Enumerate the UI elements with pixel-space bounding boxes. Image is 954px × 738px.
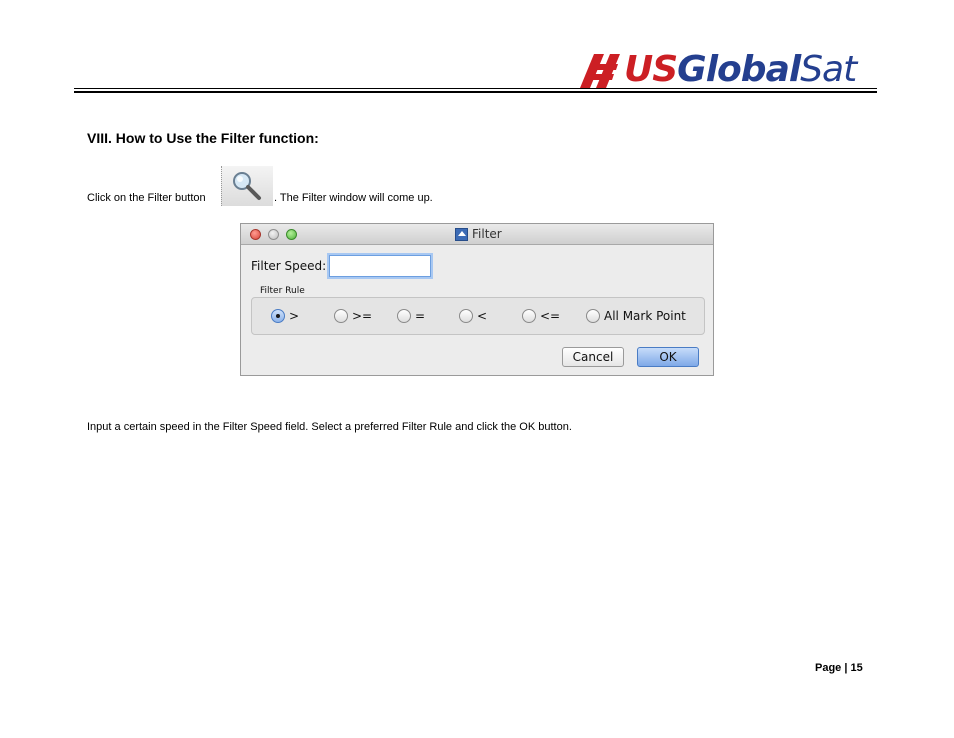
app-icon — [455, 227, 468, 241]
dialog-titlebar: Filter — [241, 224, 713, 245]
filter-button-image — [221, 166, 273, 206]
radio-icon[interactable] — [522, 309, 536, 323]
section-heading: VIII. How to Use the Filter function: — [87, 130, 319, 146]
instruction-paragraph: Input a certain speed in the Filter Spee… — [87, 421, 572, 433]
filter-dialog: Filter Filter Speed: Filter Rule > >= = … — [240, 223, 714, 376]
radio-label: >= — [352, 309, 373, 323]
radio-label: <= — [540, 309, 561, 323]
filter-speed-label: Filter Speed: — [251, 259, 327, 273]
radio-icon[interactable] — [586, 309, 600, 323]
radio-label: = — [415, 309, 426, 323]
intro-text-before: Click on the Filter button — [87, 192, 206, 204]
page-number: Page | 15 — [815, 662, 863, 674]
radio-all-mark-point[interactable]: All Mark Point — [586, 309, 686, 323]
magnifier-icon — [233, 172, 261, 200]
radio-greater[interactable]: > — [271, 309, 299, 323]
radio-icon[interactable] — [397, 309, 411, 323]
close-window-icon[interactable] — [250, 229, 261, 240]
radio-equal[interactable]: = — [397, 309, 425, 323]
usglobalsat-logo: USGlobalSat — [578, 46, 857, 90]
radio-selected-icon[interactable] — [271, 309, 285, 323]
radio-icon[interactable] — [459, 309, 473, 323]
intro-text-after-wrap: . The Filter window will come up. — [274, 192, 433, 204]
logo-mark-icon — [580, 54, 620, 88]
ok-button[interactable]: OK — [637, 347, 699, 367]
minimize-window-icon[interactable] — [268, 229, 279, 240]
radio-greater-equal[interactable]: >= — [334, 309, 372, 323]
filter-rule-group: > >= = < <= All Mark Point — [251, 297, 705, 335]
filter-rule-label: Filter Rule — [260, 286, 305, 296]
logo-sat: Sat — [800, 49, 857, 90]
dialog-title-text: Filter — [472, 227, 502, 241]
radio-less[interactable]: < — [459, 309, 487, 323]
radio-label: < — [477, 309, 488, 323]
logo-us: US — [624, 49, 678, 90]
logo-global: Global — [677, 49, 801, 90]
intro-paragraph: Click on the Filter button — [87, 192, 206, 204]
header-rule-top — [74, 88, 877, 89]
intro-text-after: . The Filter window will come up. — [274, 192, 433, 204]
radio-icon[interactable] — [334, 309, 348, 323]
radio-label: All Mark Point — [604, 309, 686, 323]
maximize-window-icon[interactable] — [286, 229, 297, 240]
cancel-button[interactable]: Cancel — [562, 347, 624, 367]
radio-label: > — [289, 309, 300, 323]
filter-speed-input[interactable] — [329, 255, 431, 277]
dialog-title: Filter — [455, 227, 502, 241]
header-rule-bottom — [74, 91, 877, 93]
radio-less-equal[interactable]: <= — [522, 309, 560, 323]
